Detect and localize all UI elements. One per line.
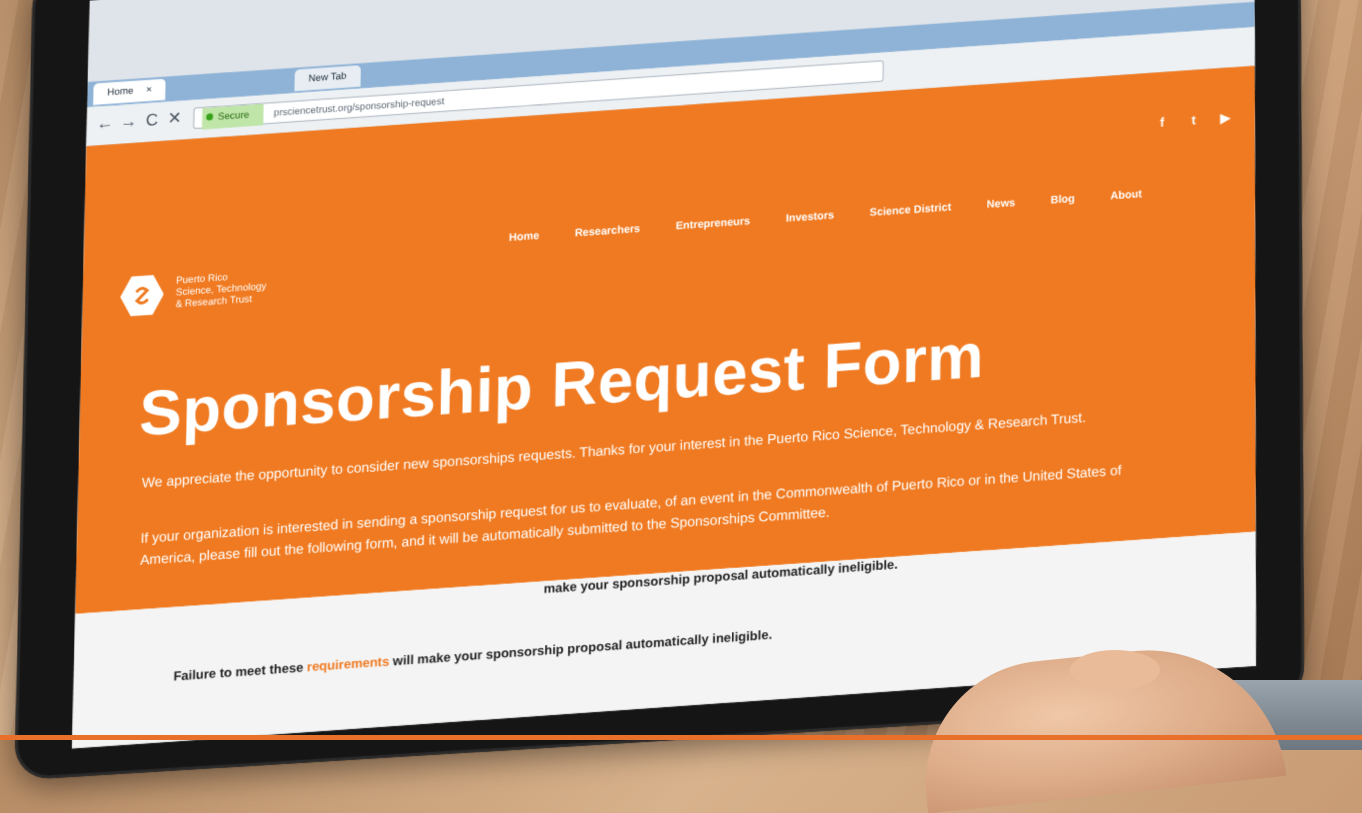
- back-arrow-icon[interactable]: ←: [96, 113, 113, 134]
- facebook-icon[interactable]: f: [1154, 114, 1170, 131]
- browser-tab-label: New Tab: [308, 71, 347, 85]
- nav-item-blog[interactable]: Blog: [1051, 193, 1075, 206]
- laptop: Home × New Tab ← → C ✕ Secure prsciencet…: [0, 0, 1362, 781]
- site-logo[interactable]: Puerto Rico Science, Technology & Resear…: [120, 263, 305, 319]
- bottom-accent-stripe: [0, 735, 1362, 740]
- forward-arrow-icon[interactable]: →: [120, 112, 137, 133]
- nav-item-investors[interactable]: Investors: [786, 210, 834, 225]
- secure-label: Secure: [217, 109, 250, 123]
- nav-item-science-district[interactable]: Science District: [870, 202, 952, 219]
- requirements-prefix: Failure to meet these: [173, 659, 308, 684]
- stop-icon[interactable]: ✕: [167, 109, 182, 129]
- secure-indicator: Secure: [201, 103, 264, 130]
- nav-item-news[interactable]: News: [987, 197, 1015, 211]
- requirements-suffix: will make your sponsorship proposal auto…: [389, 626, 773, 669]
- browser-tab-label: Home: [107, 85, 134, 99]
- social-links: f t ▶: [1154, 110, 1233, 131]
- nav-item-researchers[interactable]: Researchers: [575, 223, 640, 239]
- requirements-link[interactable]: requirements: [307, 654, 390, 675]
- hand-knuckle: [1070, 650, 1160, 690]
- main-nav: Home Researchers Entrepreneurs Investors…: [509, 188, 1142, 243]
- logo-wordmark: Puerto Rico Science, Technology & Resear…: [175, 267, 305, 311]
- nav-item-about[interactable]: About: [1110, 188, 1141, 202]
- twitter-icon[interactable]: t: [1186, 112, 1202, 129]
- nav-item-entrepreneurs[interactable]: Entrepreneurs: [676, 215, 750, 232]
- laptop-screen: Home × New Tab ← → C ✕ Secure prsciencet…: [71, 0, 1257, 749]
- close-icon[interactable]: ×: [146, 84, 152, 95]
- secure-dot-icon: [206, 113, 214, 121]
- youtube-icon[interactable]: ▶: [1217, 110, 1233, 127]
- nav-item-home[interactable]: Home: [509, 230, 539, 244]
- requirements-notice: Failure to meet these requirements will …: [173, 627, 772, 684]
- reload-icon[interactable]: C: [146, 110, 159, 130]
- hero-section: f t ▶ Puerto Rico Science, Technology & …: [75, 65, 1256, 614]
- logo-hex-icon: [120, 273, 165, 319]
- browser-tab[interactable]: New Tab: [294, 65, 361, 92]
